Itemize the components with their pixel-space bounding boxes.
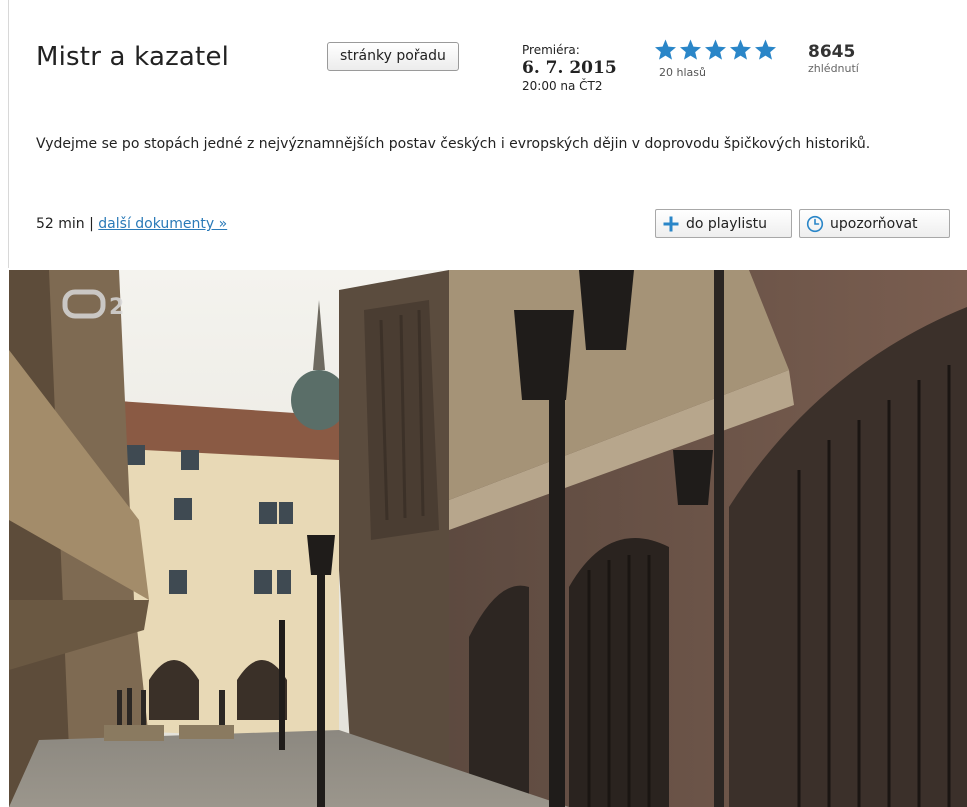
meta-separator: | [89, 216, 94, 232]
plus-icon [663, 216, 679, 231]
notify-label: upozorňovat [830, 215, 918, 232]
star-icon[interactable] [653, 38, 678, 62]
add-to-playlist-button[interactable]: do playlistu [655, 209, 792, 238]
video-frame-image: 2 [9, 270, 967, 807]
premiere-label: Premiéra: [522, 43, 580, 57]
premiere-info: Premiéra: 6. 7. 2015 20:00 na ČT2 [522, 42, 617, 94]
left-divider [8, 0, 9, 268]
show-page-button[interactable]: stránky pořadu [327, 42, 459, 71]
more-documentaries-link[interactable]: další dokumenty » [98, 216, 227, 232]
rating-votes: 20 hlasů [659, 66, 706, 79]
add-to-playlist-label: do playlistu [686, 215, 767, 232]
page-title: Mistr a kazatel [36, 42, 230, 72]
view-count-number: 8645 [808, 42, 856, 62]
star-icon[interactable] [753, 38, 778, 62]
notify-button[interactable]: upozorňovat [799, 209, 950, 238]
program-description: Vydejme se po stopách jedné z nejvýznamn… [36, 136, 871, 152]
star-icon[interactable] [728, 38, 753, 62]
star-icon[interactable] [678, 38, 703, 62]
program-detail: Mistr a kazatel stránky pořadu Premiéra:… [0, 0, 967, 807]
clock-icon [806, 215, 824, 232]
premiere-date: 6. 7. 2015 [522, 58, 617, 78]
duration: 52 min [36, 216, 85, 232]
premiere-time: 20:00 na ČT2 [522, 79, 603, 93]
rating-widget[interactable]: 20 hlasů [653, 38, 778, 79]
star-icon[interactable] [703, 38, 728, 62]
svg-text:2: 2 [109, 295, 124, 320]
view-count: 8645 zhlédnutí [808, 42, 859, 76]
program-meta: 52 min | další dokumenty » [36, 216, 227, 232]
rating-stars[interactable] [653, 38, 778, 62]
video-player[interactable]: 2 [9, 270, 967, 807]
view-count-label: zhlédnutí [808, 62, 859, 75]
